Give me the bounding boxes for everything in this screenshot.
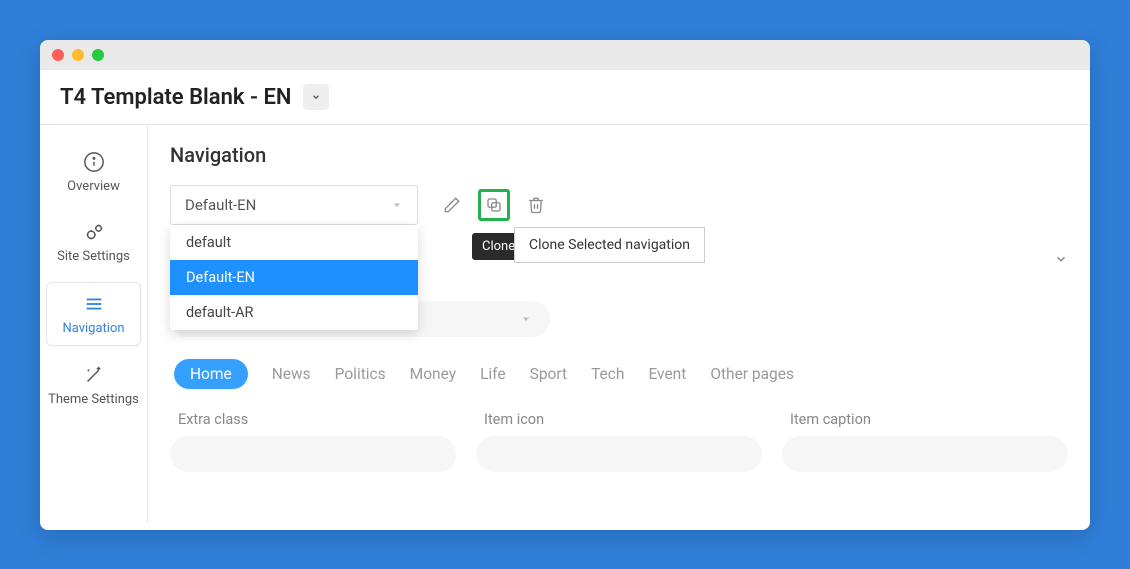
content-area: Navigation Default-EN default Default-EN… bbox=[148, 125, 1090, 523]
chevron-down-icon bbox=[311, 92, 321, 102]
navigation-option-default-en[interactable]: Default-EN bbox=[170, 260, 418, 295]
caret-down-icon bbox=[391, 199, 403, 211]
minimize-window-button[interactable] bbox=[72, 49, 84, 61]
expand-panel-toggle[interactable] bbox=[1054, 251, 1068, 270]
sidebar-item-overview[interactable]: Overview bbox=[46, 141, 141, 203]
maximize-window-button[interactable] bbox=[92, 49, 104, 61]
window-titlebar bbox=[40, 40, 1090, 70]
extra-class-input[interactable] bbox=[170, 436, 456, 472]
item-caption-input[interactable] bbox=[782, 436, 1068, 472]
page-header-title: T4 Template Blank - EN bbox=[60, 85, 291, 110]
gears-icon bbox=[83, 221, 105, 243]
navigation-select-wrap: Default-EN default Default-EN default-AR bbox=[170, 185, 418, 225]
toolbar-row: Default-EN default Default-EN default-AR bbox=[170, 185, 1068, 225]
chevron-down-icon bbox=[1054, 252, 1068, 266]
sidebar-item-label: Site Settings bbox=[57, 249, 130, 265]
sidebar: Overview Site Settings Navigation Theme … bbox=[40, 125, 148, 523]
item-icon-input[interactable] bbox=[476, 436, 762, 472]
field-extra-class-label: Extra class bbox=[170, 411, 456, 428]
field-item-caption: Item caption bbox=[782, 411, 1068, 472]
tab-event[interactable]: Event bbox=[648, 365, 686, 383]
info-icon bbox=[83, 151, 105, 173]
copy-icon bbox=[485, 196, 503, 214]
tab-sport[interactable]: Sport bbox=[530, 365, 567, 383]
clone-tooltip: Clone Selected navigation bbox=[514, 227, 705, 263]
navigation-option-default[interactable]: default bbox=[170, 225, 418, 260]
field-extra-class: Extra class bbox=[170, 411, 456, 472]
sidebar-item-site-settings[interactable]: Site Settings bbox=[46, 211, 141, 273]
field-item-icon-label: Item icon bbox=[476, 411, 762, 428]
tab-money[interactable]: Money bbox=[410, 365, 456, 383]
menu-tabs: Home News Politics Money Life Sport Tech… bbox=[170, 359, 1068, 389]
tab-other-pages[interactable]: Other pages bbox=[710, 365, 794, 383]
header-dropdown-toggle[interactable] bbox=[303, 84, 329, 110]
field-item-caption-label: Item caption bbox=[782, 411, 1068, 428]
item-fields: Extra class Item icon Item caption bbox=[170, 411, 1068, 472]
navigation-select-value: Default-EN bbox=[185, 196, 256, 214]
field-item-icon: Item icon bbox=[476, 411, 762, 472]
clone-button[interactable] bbox=[478, 189, 510, 221]
body: Overview Site Settings Navigation Theme … bbox=[40, 125, 1090, 523]
close-window-button[interactable] bbox=[52, 49, 64, 61]
tab-tech[interactable]: Tech bbox=[591, 365, 624, 383]
toolbar-icons: Clone Clone Selected navigation bbox=[436, 189, 552, 221]
pencil-icon bbox=[443, 196, 461, 214]
header: T4 Template Blank - EN bbox=[40, 70, 1090, 125]
sidebar-item-label: Overview bbox=[67, 179, 120, 195]
tab-politics[interactable]: Politics bbox=[335, 365, 386, 383]
caret-down-icon bbox=[520, 313, 532, 325]
magic-wand-icon bbox=[83, 364, 105, 386]
menu-icon bbox=[83, 293, 105, 315]
sidebar-item-label: Navigation bbox=[62, 321, 124, 337]
navigation-select[interactable]: Default-EN bbox=[170, 185, 418, 225]
trash-icon bbox=[527, 196, 545, 214]
tab-news[interactable]: News bbox=[272, 365, 311, 383]
navigation-select-dropdown: default Default-EN default-AR bbox=[170, 225, 418, 330]
sidebar-item-theme-settings[interactable]: Theme Settings bbox=[46, 354, 141, 416]
tab-home[interactable]: Home bbox=[174, 359, 248, 389]
delete-button[interactable] bbox=[520, 189, 552, 221]
page-title: Navigation bbox=[170, 143, 1068, 167]
app-window: T4 Template Blank - EN Overview Site Set… bbox=[40, 40, 1090, 530]
tab-life[interactable]: Life bbox=[480, 365, 506, 383]
navigation-option-default-ar[interactable]: default-AR bbox=[170, 295, 418, 330]
sidebar-item-label: Theme Settings bbox=[48, 392, 139, 408]
sidebar-item-navigation[interactable]: Navigation bbox=[46, 282, 141, 346]
edit-button[interactable] bbox=[436, 189, 468, 221]
